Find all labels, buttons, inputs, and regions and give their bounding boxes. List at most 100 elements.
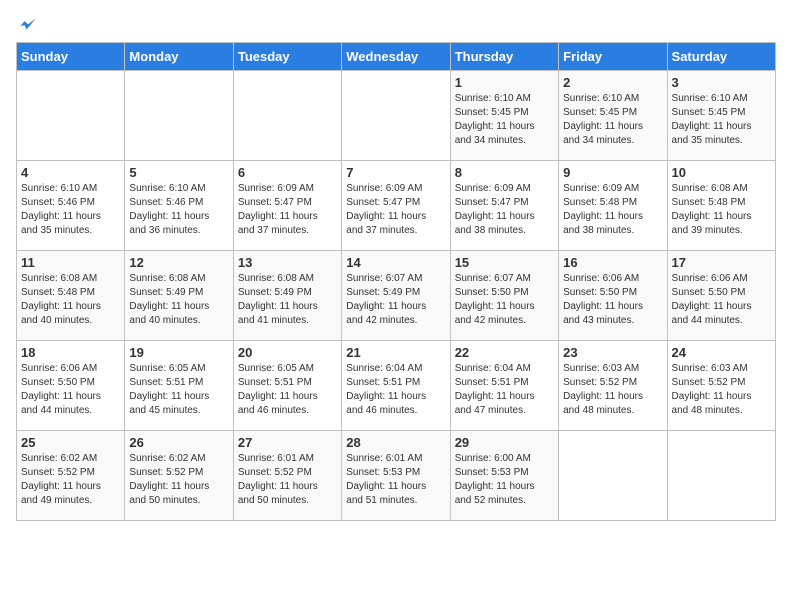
- calendar-cell: 17 Sunrise: 6:06 AM Sunset: 5:50 PM Dayli…: [667, 251, 775, 341]
- calendar-cell: 1 Sunrise: 6:10 AM Sunset: 5:45 PM Daylig…: [450, 71, 558, 161]
- calendar-cell: 10 Sunrise: 6:08 AM Sunset: 5:48 PM Dayli…: [667, 161, 775, 251]
- day-info: Sunrise: 6:00 AM Sunset: 5:53 PM Dayligh…: [455, 452, 554, 508]
- calendar-cell: 12 Sunrise: 6:08 AM Sunset: 5:49 PM Dayli…: [125, 251, 233, 341]
- weekday-header: Thursday: [450, 43, 558, 71]
- day-info: Sunrise: 6:08 AM Sunset: 5:49 PM Dayligh…: [129, 272, 228, 328]
- calendar-cell: 19 Sunrise: 6:05 AM Sunset: 5:51 PM Dayli…: [125, 341, 233, 431]
- calendar-header-row: SundayMondayTuesdayWednesdayThursdayFrid…: [17, 43, 776, 71]
- calendar-table: SundayMondayTuesdayWednesdayThursdayFrid…: [16, 42, 776, 521]
- day-number: 17: [672, 255, 771, 270]
- day-info: Sunrise: 6:06 AM Sunset: 5:50 PM Dayligh…: [21, 362, 120, 418]
- day-number: 27: [238, 435, 337, 450]
- calendar-cell: [17, 71, 125, 161]
- day-number: 7: [346, 165, 445, 180]
- calendar-week-row: 25 Sunrise: 6:02 AM Sunset: 5:52 PM Dayli…: [17, 431, 776, 521]
- day-number: 25: [21, 435, 120, 450]
- day-number: 21: [346, 345, 445, 360]
- calendar-week-row: 11 Sunrise: 6:08 AM Sunset: 5:48 PM Dayli…: [17, 251, 776, 341]
- day-info: Sunrise: 6:01 AM Sunset: 5:53 PM Dayligh…: [346, 452, 445, 508]
- calendar-cell: 23 Sunrise: 6:03 AM Sunset: 5:52 PM Dayli…: [559, 341, 667, 431]
- day-number: 13: [238, 255, 337, 270]
- day-info: Sunrise: 6:02 AM Sunset: 5:52 PM Dayligh…: [21, 452, 120, 508]
- day-number: 24: [672, 345, 771, 360]
- day-number: 15: [455, 255, 554, 270]
- day-number: 28: [346, 435, 445, 450]
- calendar-cell: 11 Sunrise: 6:08 AM Sunset: 5:48 PM Dayli…: [17, 251, 125, 341]
- day-info: Sunrise: 6:08 AM Sunset: 5:48 PM Dayligh…: [21, 272, 120, 328]
- day-info: Sunrise: 6:05 AM Sunset: 5:51 PM Dayligh…: [129, 362, 228, 418]
- day-number: 20: [238, 345, 337, 360]
- day-info: Sunrise: 6:09 AM Sunset: 5:47 PM Dayligh…: [346, 182, 445, 238]
- weekday-header: Wednesday: [342, 43, 450, 71]
- day-info: Sunrise: 6:09 AM Sunset: 5:47 PM Dayligh…: [455, 182, 554, 238]
- calendar-week-row: 18 Sunrise: 6:06 AM Sunset: 5:50 PM Dayli…: [17, 341, 776, 431]
- calendar-cell: 21 Sunrise: 6:04 AM Sunset: 5:51 PM Dayli…: [342, 341, 450, 431]
- calendar-cell: 16 Sunrise: 6:06 AM Sunset: 5:50 PM Dayli…: [559, 251, 667, 341]
- calendar-cell: 14 Sunrise: 6:07 AM Sunset: 5:49 PM Dayli…: [342, 251, 450, 341]
- calendar-cell: 29 Sunrise: 6:00 AM Sunset: 5:53 PM Dayli…: [450, 431, 558, 521]
- day-number: 8: [455, 165, 554, 180]
- day-number: 19: [129, 345, 228, 360]
- day-info: Sunrise: 6:07 AM Sunset: 5:50 PM Dayligh…: [455, 272, 554, 328]
- calendar-cell: 22 Sunrise: 6:04 AM Sunset: 5:51 PM Dayli…: [450, 341, 558, 431]
- day-number: 12: [129, 255, 228, 270]
- calendar-cell: 6Sunrise: 6:09 AM Sunset: 5:47 PM Daylig…: [233, 161, 341, 251]
- day-number: 23: [563, 345, 662, 360]
- calendar-cell: 28 Sunrise: 6:01 AM Sunset: 5:53 PM Dayli…: [342, 431, 450, 521]
- day-info: Sunrise: 6:06 AM Sunset: 5:50 PM Dayligh…: [672, 272, 771, 328]
- day-number: 1: [455, 75, 554, 90]
- day-number: 9: [563, 165, 662, 180]
- calendar-cell: 18 Sunrise: 6:06 AM Sunset: 5:50 PM Dayli…: [17, 341, 125, 431]
- weekday-header: Friday: [559, 43, 667, 71]
- calendar-cell: 13 Sunrise: 6:08 AM Sunset: 5:49 PM Dayli…: [233, 251, 341, 341]
- day-info: Sunrise: 6:09 AM Sunset: 5:48 PM Dayligh…: [563, 182, 662, 238]
- calendar-cell: 27 Sunrise: 6:01 AM Sunset: 5:52 PM Dayli…: [233, 431, 341, 521]
- calendar-cell: 2Sunrise: 6:10 AM Sunset: 5:45 PM Daylig…: [559, 71, 667, 161]
- day-info: Sunrise: 6:02 AM Sunset: 5:52 PM Dayligh…: [129, 452, 228, 508]
- day-info: Sunrise: 6:01 AM Sunset: 5:52 PM Dayligh…: [238, 452, 337, 508]
- day-info: Sunrise: 6:10 AM Sunset: 5:45 PM Dayligh…: [455, 92, 554, 148]
- calendar-cell: 25 Sunrise: 6:02 AM Sunset: 5:52 PM Dayli…: [17, 431, 125, 521]
- calendar-cell: 8 Sunrise: 6:09 AM Sunset: 5:47 PM Daylig…: [450, 161, 558, 251]
- day-number: 4: [21, 165, 120, 180]
- day-info: Sunrise: 6:03 AM Sunset: 5:52 PM Dayligh…: [563, 362, 662, 418]
- weekday-header: Monday: [125, 43, 233, 71]
- day-number: 11: [21, 255, 120, 270]
- logo-bird-icon: [18, 16, 38, 36]
- calendar-cell: 4 Sunrise: 6:10 AM Sunset: 5:46 PM Daylig…: [17, 161, 125, 251]
- day-number: 16: [563, 255, 662, 270]
- day-info: Sunrise: 6:08 AM Sunset: 5:48 PM Dayligh…: [672, 182, 771, 238]
- day-number: 29: [455, 435, 554, 450]
- day-info: Sunrise: 6:10 AM Sunset: 5:46 PM Dayligh…: [129, 182, 228, 238]
- calendar-cell: 3Sunrise: 6:10 AM Sunset: 5:45 PM Daylig…: [667, 71, 775, 161]
- page-header: [16, 16, 776, 30]
- day-number: 3: [672, 75, 771, 90]
- day-info: Sunrise: 6:05 AM Sunset: 5:51 PM Dayligh…: [238, 362, 337, 418]
- calendar-cell: 15 Sunrise: 6:07 AM Sunset: 5:50 PM Dayli…: [450, 251, 558, 341]
- day-number: 18: [21, 345, 120, 360]
- day-number: 6: [238, 165, 337, 180]
- calendar-cell: 20 Sunrise: 6:05 AM Sunset: 5:51 PM Dayli…: [233, 341, 341, 431]
- day-info: Sunrise: 6:06 AM Sunset: 5:50 PM Dayligh…: [563, 272, 662, 328]
- day-number: 10: [672, 165, 771, 180]
- weekday-header: Saturday: [667, 43, 775, 71]
- calendar-cell: 5 Sunrise: 6:10 AM Sunset: 5:46 PM Daylig…: [125, 161, 233, 251]
- calendar-cell: [233, 71, 341, 161]
- day-number: 2: [563, 75, 662, 90]
- day-number: 5: [129, 165, 228, 180]
- day-number: 22: [455, 345, 554, 360]
- calendar-cell: 26 Sunrise: 6:02 AM Sunset: 5:52 PM Dayli…: [125, 431, 233, 521]
- day-number: 26: [129, 435, 228, 450]
- calendar-cell: [559, 431, 667, 521]
- calendar-cell: [342, 71, 450, 161]
- day-info: Sunrise: 6:10 AM Sunset: 5:46 PM Dayligh…: [21, 182, 120, 238]
- weekday-header: Tuesday: [233, 43, 341, 71]
- day-info: Sunrise: 6:08 AM Sunset: 5:49 PM Dayligh…: [238, 272, 337, 328]
- calendar-week-row: 1 Sunrise: 6:10 AM Sunset: 5:45 PM Daylig…: [17, 71, 776, 161]
- day-info: Sunrise: 6:04 AM Sunset: 5:51 PM Dayligh…: [346, 362, 445, 418]
- day-info: Sunrise: 6:07 AM Sunset: 5:49 PM Dayligh…: [346, 272, 445, 328]
- calendar-cell: 24 Sunrise: 6:03 AM Sunset: 5:52 PM Dayli…: [667, 341, 775, 431]
- day-info: Sunrise: 6:03 AM Sunset: 5:52 PM Dayligh…: [672, 362, 771, 418]
- day-info: Sunrise: 6:04 AM Sunset: 5:51 PM Dayligh…: [455, 362, 554, 418]
- day-number: 14: [346, 255, 445, 270]
